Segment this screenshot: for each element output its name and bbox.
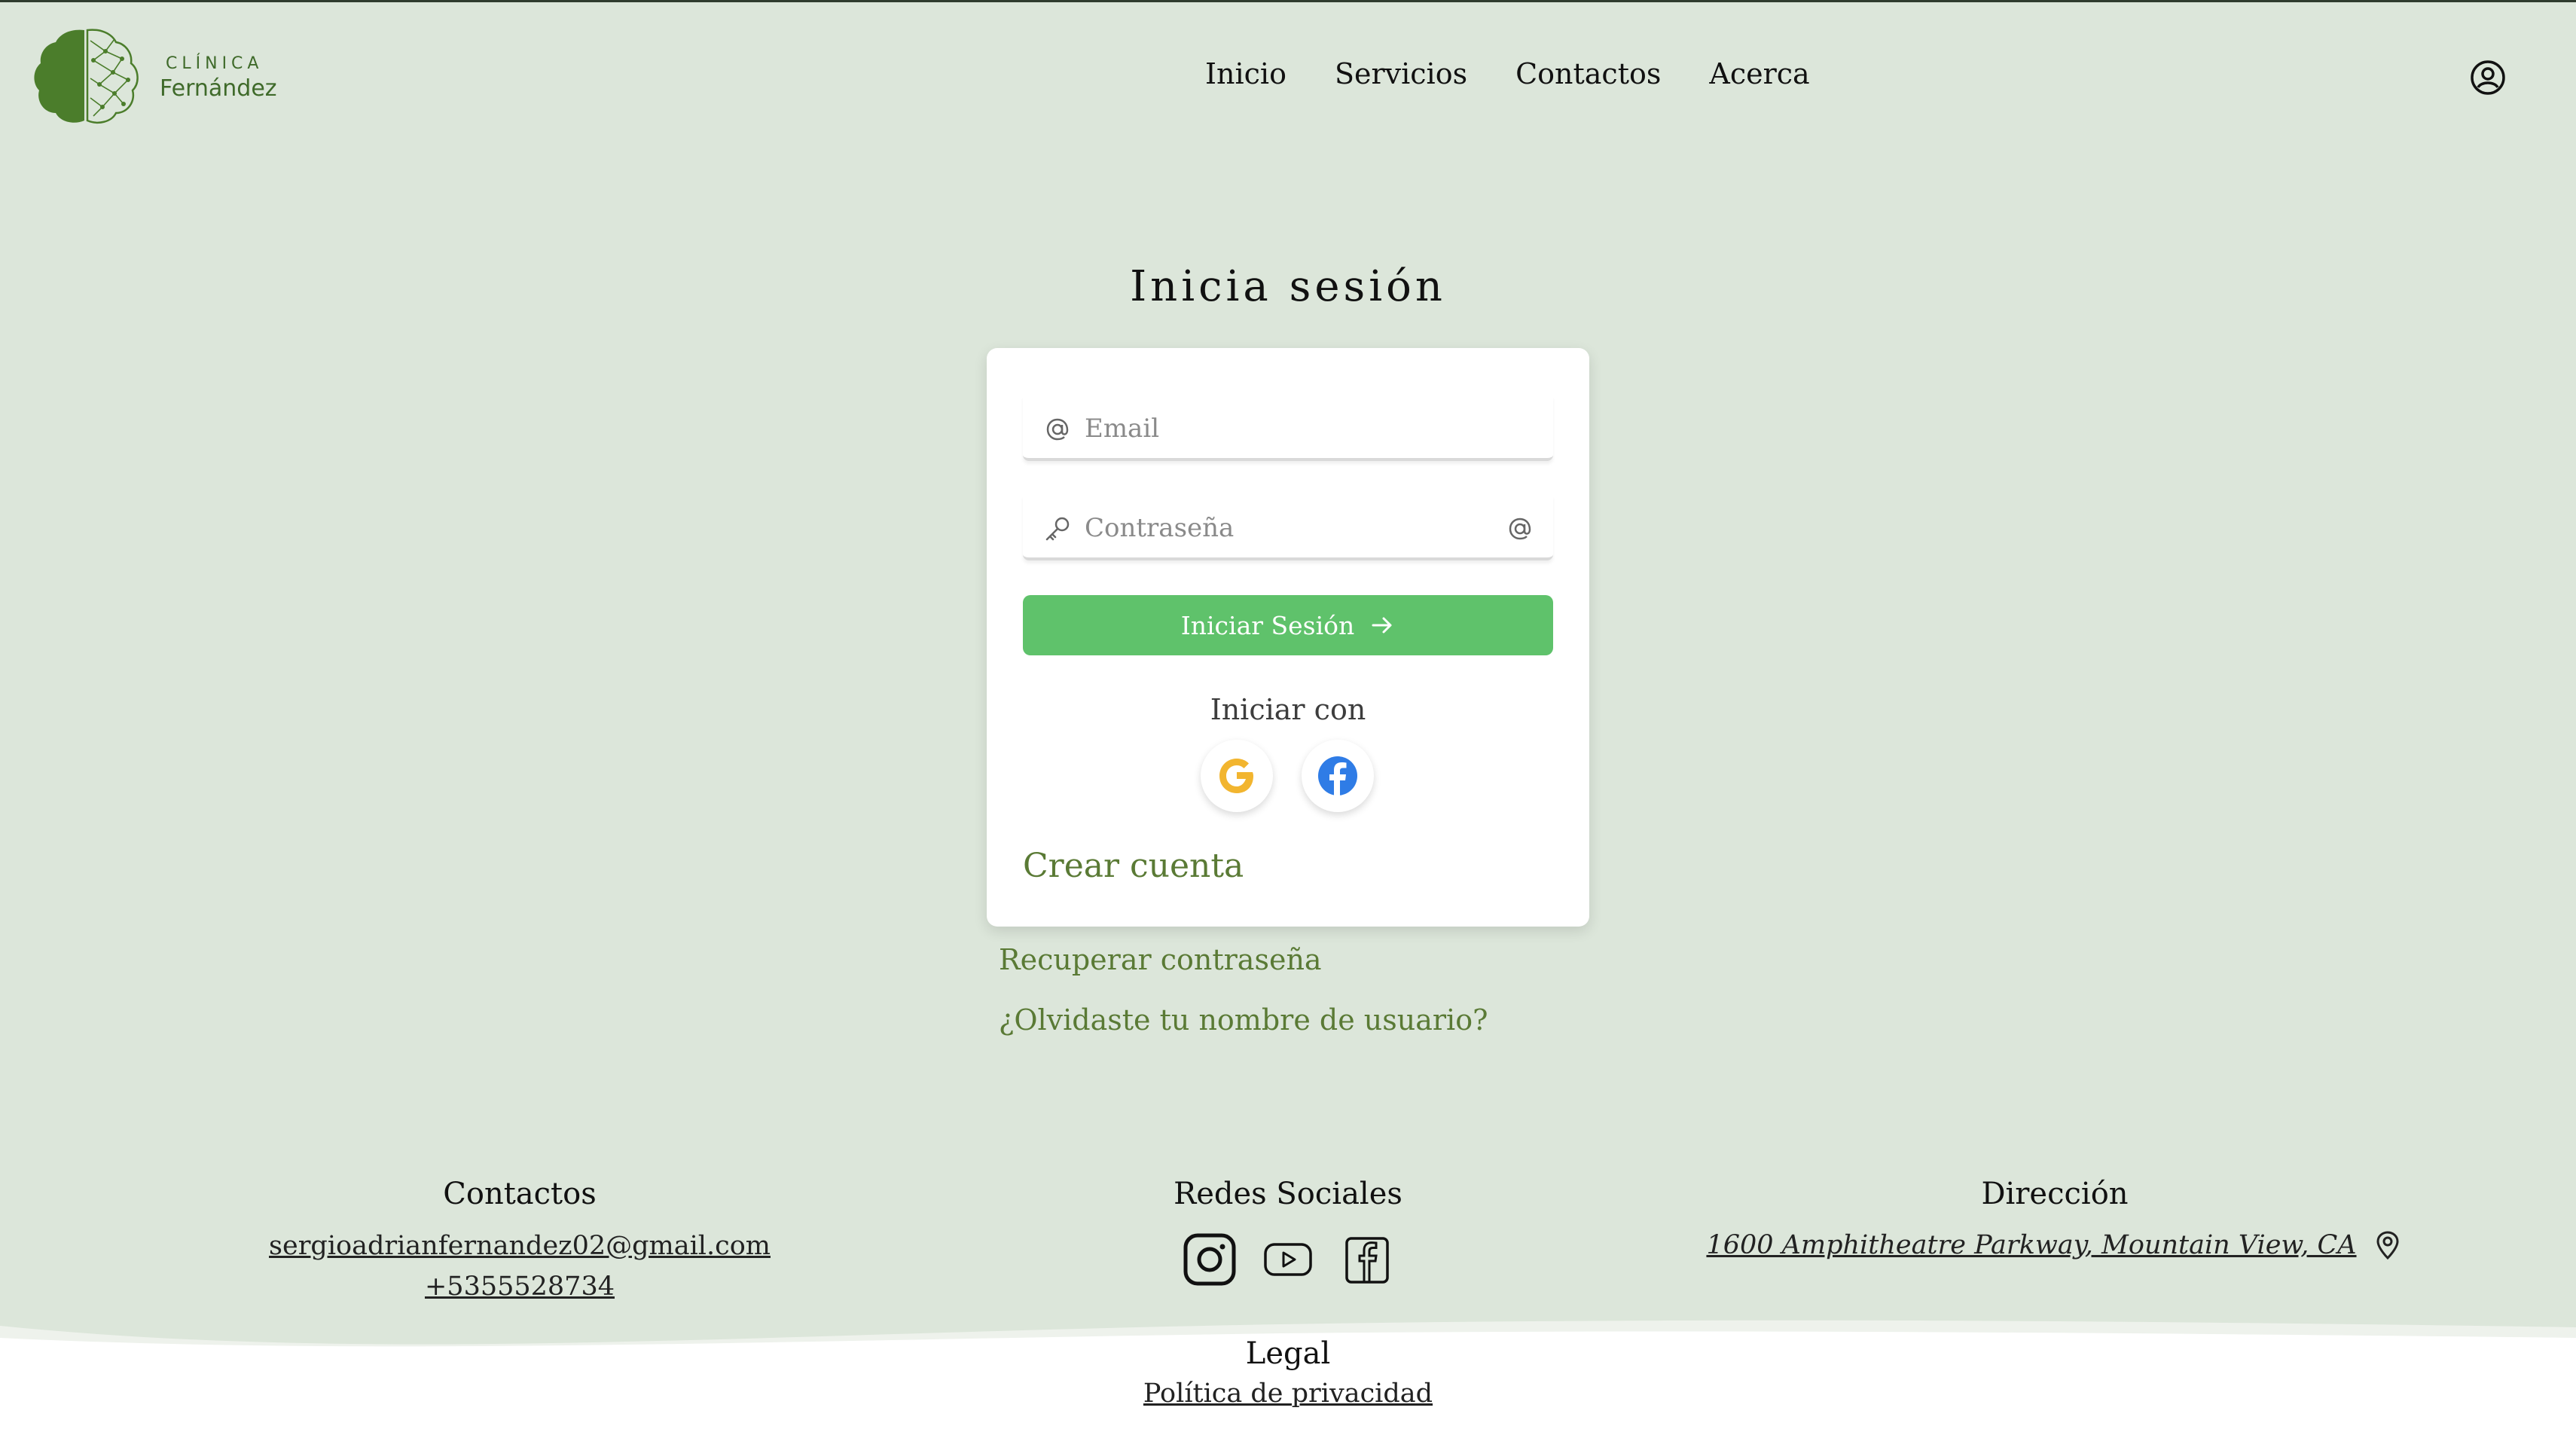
nav-acerca[interactable]: Acerca xyxy=(1709,57,1809,90)
footer-social-title: Redes Sociales xyxy=(1174,1177,1402,1211)
user-circle-icon[interactable] xyxy=(2469,59,2507,96)
nav-servicios[interactable]: Servicios xyxy=(1335,57,1467,90)
recover-password-link[interactable]: Recuperar contraseña xyxy=(999,943,1322,976)
google-login-button[interactable] xyxy=(1201,740,1273,812)
facebook-icon xyxy=(1318,756,1357,795)
footer-social: Redes Sociales xyxy=(987,1177,1589,1287)
top-border xyxy=(0,0,2576,2)
footer-contacts-title: Contactos xyxy=(443,1177,597,1211)
google-icon xyxy=(1219,759,1253,793)
login-button-label: Iniciar Sesión xyxy=(1180,610,1355,640)
show-password-icon[interactable] xyxy=(1505,514,1535,544)
login-button[interactable]: Iniciar Sesión xyxy=(1023,595,1553,655)
page-title: Inicia sesión xyxy=(1130,262,1446,311)
logo-text-top: CLÍNICA xyxy=(166,54,264,73)
nav-contactos[interactable]: Contactos xyxy=(1515,57,1661,90)
footer-address-title: Dirección xyxy=(1981,1177,2129,1211)
login-card: Iniciar Sesión Iniciar con Crear cuenta xyxy=(987,348,1589,927)
login-with-label: Iniciar con xyxy=(1210,693,1366,726)
password-field xyxy=(1023,496,1553,560)
footer-phone-link[interactable]: +5355528734 xyxy=(218,1272,821,1302)
arrow-right-icon xyxy=(1372,617,1392,634)
logo-text-bottom: Fernández xyxy=(160,75,277,102)
footer-privacy: Política de privacidad xyxy=(0,1379,2576,1409)
clinic-logo[interactable]: CLÍNICA Fernández xyxy=(30,26,279,127)
email-input[interactable] xyxy=(1083,407,1478,450)
at-icon xyxy=(1046,418,1069,441)
instagram-icon[interactable] xyxy=(1183,1232,1237,1287)
facebook-login-button[interactable] xyxy=(1302,740,1374,812)
main-nav: Inicio Servicios Contactos Acerca xyxy=(1205,57,1810,90)
footer-legal-title: Legal xyxy=(1245,1336,1331,1371)
brain-logo-icon xyxy=(34,29,139,124)
address-row: 1600 Amphitheatre Parkway, Mountain View… xyxy=(1678,1229,2431,1261)
footer-contacts: Contactos sergioadrianfernandez02@gmail.… xyxy=(218,1177,821,1302)
privacy-policy-link[interactable]: Política de privacidad xyxy=(1143,1379,1433,1409)
location-pin-icon xyxy=(2376,1231,2399,1260)
nav-inicio[interactable]: Inicio xyxy=(1205,57,1286,90)
create-account-link[interactable]: Crear cuenta xyxy=(1023,847,1244,885)
footer-address: Dirección 1600 Amphitheatre Parkway, Mou… xyxy=(1678,1177,2431,1261)
facebook-icon[interactable] xyxy=(1339,1232,1393,1287)
youtube-icon[interactable] xyxy=(1261,1232,1315,1287)
password-input[interactable] xyxy=(1083,506,1478,550)
footer-email-link[interactable]: sergioadrianfernandez02@gmail.com xyxy=(218,1231,821,1261)
key-icon xyxy=(1045,517,1070,541)
email-field xyxy=(1023,396,1553,461)
address-link[interactable]: 1600 Amphitheatre Parkway, Mountain View… xyxy=(1706,1230,2356,1260)
forgot-username-link[interactable]: ¿Olvidaste tu nombre de usuario? xyxy=(999,1003,1488,1037)
social-icons xyxy=(987,1232,1589,1287)
